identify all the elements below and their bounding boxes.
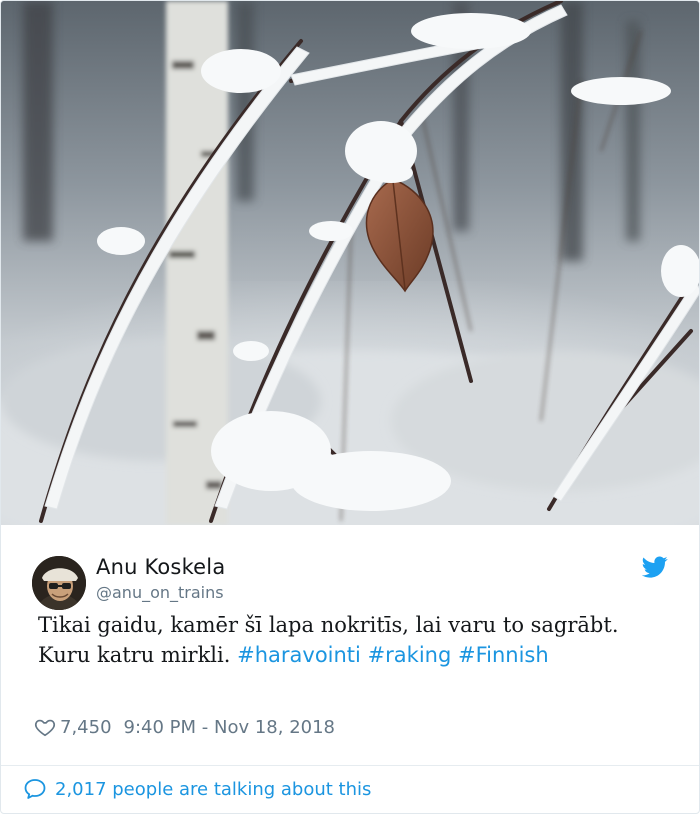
tweet-header: Anu Koskela @anu_on_trains xyxy=(32,554,672,610)
tweet-photo[interactable] xyxy=(1,1,699,525)
tweet-meta: 7,450 9:40 PM - Nov 18, 2018 xyxy=(34,714,335,740)
avatar-image xyxy=(32,556,86,610)
speech-bubble-icon xyxy=(24,779,46,799)
author-avatar[interactable] xyxy=(32,556,86,610)
conversation-link[interactable]: 2,017 people are talking about this xyxy=(23,777,371,801)
heart-icon[interactable] xyxy=(34,716,56,738)
snowy-branch-photo xyxy=(1,1,699,525)
hashtag-haravointi[interactable]: #haravointi xyxy=(237,643,361,667)
divider xyxy=(1,765,699,766)
tweet-card[interactable]: Anu Koskela @anu_on_trains Tikai gaidu, … xyxy=(0,0,700,814)
twitter-bird-icon[interactable] xyxy=(642,554,668,580)
like-count[interactable]: 7,450 xyxy=(60,717,112,738)
tweet-text: Tikai gaidu, kamēr šī lapa nokritīs, lai… xyxy=(38,610,658,670)
tweet-timestamp[interactable]: 9:40 PM - Nov 18, 2018 xyxy=(124,717,335,738)
author-name[interactable]: Anu Koskela xyxy=(96,555,225,579)
hashtag-raking[interactable]: #raking xyxy=(368,643,452,667)
hashtag-finnish[interactable]: #Finnish xyxy=(458,643,549,667)
author-handle[interactable]: @anu_on_trains xyxy=(96,583,224,602)
conversation-count[interactable]: 2,017 people are talking about this xyxy=(55,779,371,800)
